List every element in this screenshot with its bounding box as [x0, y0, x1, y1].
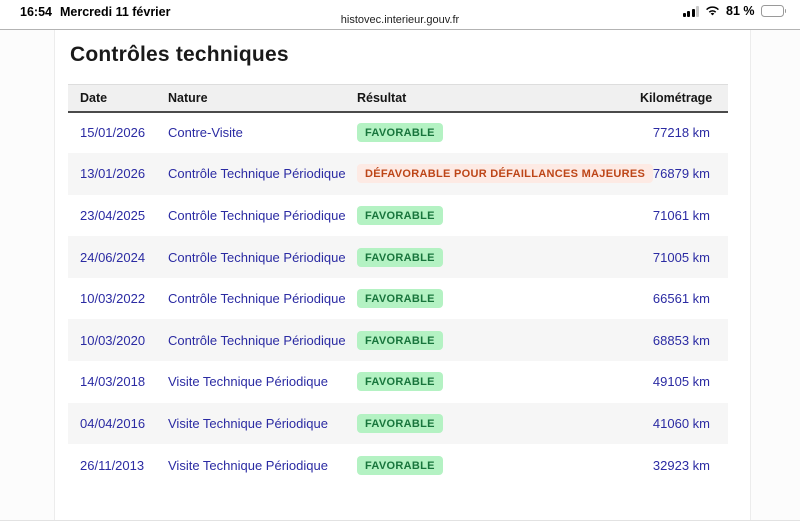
left-gutter — [0, 30, 55, 520]
control-date: 10/03/2020 — [68, 319, 168, 361]
control-kilometrage: 68853 km — [640, 319, 728, 361]
control-result-cell: FAVORABLE — [357, 195, 640, 237]
result-status-badge: FAVORABLE — [357, 123, 443, 142]
control-date: 14/03/2018 — [68, 361, 168, 403]
cellular-signal-icon — [683, 6, 700, 17]
table-row: 23/04/2025Contrôle Technique PériodiqueF… — [68, 195, 728, 237]
status-bar: 16:54 Mercredi 11 février histovec.inter… — [0, 0, 800, 30]
control-result-cell: FAVORABLE — [357, 112, 640, 154]
status-bar-right: 81 % — [683, 4, 787, 18]
control-date: 26/11/2013 — [68, 444, 168, 486]
control-nature: Contre-Visite — [168, 112, 357, 154]
control-date: 24/06/2024 — [68, 236, 168, 278]
result-status-badge: DÉFAVORABLE POUR DÉFAILLANCES MAJEURES — [357, 164, 653, 183]
result-status-badge: FAVORABLE — [357, 331, 443, 350]
control-kilometrage: 32923 km — [640, 444, 728, 486]
table-body: 15/01/2026Contre-VisiteFAVORABLE77218 km… — [68, 112, 728, 486]
result-status-badge: FAVORABLE — [357, 248, 443, 267]
control-date: 15/01/2026 — [68, 112, 168, 154]
result-status-badge: FAVORABLE — [357, 372, 443, 391]
control-result-cell: FAVORABLE — [357, 361, 640, 403]
control-result-cell: FAVORABLE — [357, 319, 640, 361]
wifi-icon — [705, 6, 720, 17]
control-nature: Contrôle Technique Périodique — [168, 236, 357, 278]
result-status-badge: FAVORABLE — [357, 414, 443, 433]
result-status-badge: FAVORABLE — [357, 456, 443, 475]
result-status-badge: FAVORABLE — [357, 206, 443, 225]
control-result-cell: DÉFAVORABLE POUR DÉFAILLANCES MAJEURES — [357, 153, 640, 195]
control-result-cell: FAVORABLE — [357, 444, 640, 486]
control-nature: Contrôle Technique Périodique — [168, 195, 357, 237]
control-nature: Contrôle Technique Périodique — [168, 319, 357, 361]
table-row: 10/03/2020Contrôle Technique PériodiqueF… — [68, 319, 728, 361]
column-header-nature: Nature — [168, 85, 357, 112]
control-date: 23/04/2025 — [68, 195, 168, 237]
address-bar-url[interactable]: histovec.interieur.gouv.fr — [0, 14, 800, 26]
main-content: Contrôles techniques Date Nature Résulta… — [56, 30, 749, 520]
control-date: 13/01/2026 — [68, 153, 168, 195]
control-kilometrage: 71061 km — [640, 195, 728, 237]
control-date: 10/03/2022 — [68, 278, 168, 320]
right-gutter — [750, 30, 800, 520]
control-kilometrage: 66561 km — [640, 278, 728, 320]
table-row: 15/01/2026Contre-VisiteFAVORABLE 77218 km — [68, 112, 728, 154]
table-row: 10/03/2022Contrôle Technique PériodiqueF… — [68, 278, 728, 320]
bottom-divider — [0, 520, 800, 521]
control-kilometrage: 41060 km — [640, 403, 728, 445]
battery-icon — [761, 5, 787, 17]
control-nature: Visite Technique Périodique — [168, 403, 357, 445]
control-nature: Visite Technique Périodique — [168, 444, 357, 486]
column-header-date: Date — [68, 85, 168, 112]
control-nature: Contrôle Technique Périodique — [168, 278, 357, 320]
page-title: Contrôles techniques — [70, 43, 749, 67]
control-result-cell: FAVORABLE — [357, 403, 640, 445]
control-date: 04/04/2016 — [68, 403, 168, 445]
table-row: 14/03/2018Visite Technique PériodiqueFAV… — [68, 361, 728, 403]
control-kilometrage: 49105 km — [640, 361, 728, 403]
table-row: 26/11/2013Visite Technique PériodiqueFAV… — [68, 444, 728, 486]
control-result-cell: FAVORABLE — [357, 278, 640, 320]
control-nature: Visite Technique Périodique — [168, 361, 357, 403]
column-header-result: Résultat — [357, 85, 640, 112]
control-result-cell: FAVORABLE — [357, 236, 640, 278]
control-nature: Contrôle Technique Périodique — [168, 153, 357, 195]
table-row: 13/01/2026Contrôle Technique PériodiqueD… — [68, 153, 728, 195]
control-kilometrage: 77218 km — [640, 112, 728, 154]
control-kilometrage: 71005 km — [640, 236, 728, 278]
table-row: 04/04/2016Visite Technique PériodiqueFAV… — [68, 403, 728, 445]
control-kilometrage: 76879 km — [640, 153, 728, 195]
result-status-badge: FAVORABLE — [357, 289, 443, 308]
technical-controls-table: Date Nature Résultat Kilométrage 15/01/2… — [68, 84, 728, 486]
battery-percent: 81 % — [726, 4, 755, 18]
column-header-kilometrage: Kilométrage — [640, 85, 728, 112]
table-header-row: Date Nature Résultat Kilométrage — [68, 85, 728, 112]
table-row: 24/06/2024Contrôle Technique PériodiqueF… — [68, 236, 728, 278]
